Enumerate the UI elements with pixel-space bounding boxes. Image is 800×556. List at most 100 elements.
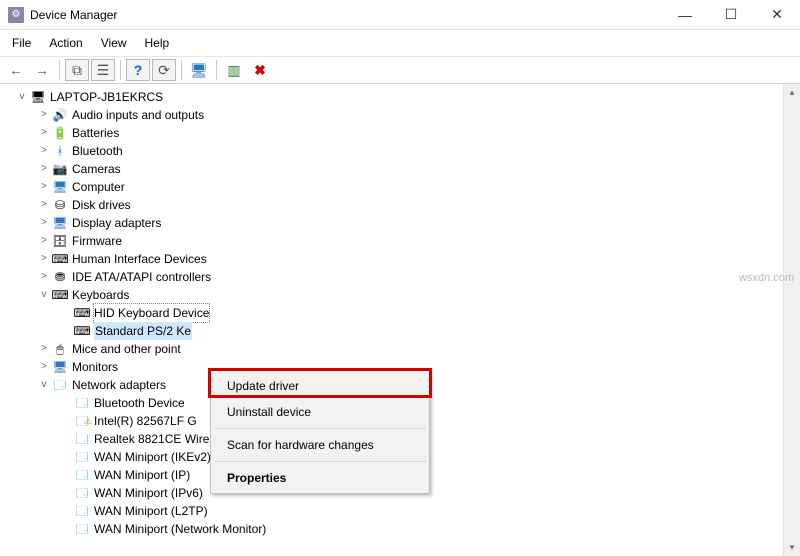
- expand-icon[interactable]: >: [38, 142, 50, 160]
- ide-icon: ⛃: [52, 269, 68, 285]
- device-ps2-keyboard[interactable]: ⌨ Standard PS/2 Ke: [4, 322, 800, 340]
- display-icon: 🖥: [52, 215, 68, 231]
- menu-help[interactable]: Help: [137, 34, 178, 52]
- expand-icon[interactable]: >: [38, 268, 50, 286]
- category-audio[interactable]: >🔊Audio inputs and outputs: [4, 106, 800, 124]
- title-bar: ⚙ Device Manager — ☐ ✕: [0, 0, 800, 30]
- show-hidden-button[interactable]: ⧉: [65, 59, 89, 81]
- tree-root[interactable]: v 🖥 LAPTOP-JB1EKRCS: [4, 88, 800, 106]
- collapse-icon[interactable]: v: [38, 376, 50, 394]
- category-label: Firmware: [72, 232, 122, 250]
- network-adapter-icon: 🗔: [74, 521, 90, 537]
- hid-icon: ⌨: [52, 251, 68, 267]
- context-separator: [214, 428, 426, 429]
- firmware-icon: 🗄: [52, 233, 68, 249]
- expand-icon[interactable]: >: [38, 250, 50, 268]
- context-separator: [214, 461, 426, 462]
- category-batteries[interactable]: >🔋Batteries: [4, 124, 800, 142]
- category-label: IDE ATA/ATAPI controllers: [72, 268, 211, 286]
- close-button[interactable]: ✕: [754, 0, 800, 29]
- device-label: WAN Miniport (IP): [94, 466, 190, 484]
- expand-icon[interactable]: >: [38, 124, 50, 142]
- device-label: Intel(R) 82567LF G: [94, 412, 197, 430]
- scroll-down-button[interactable]: ▾: [784, 539, 800, 556]
- expand-icon[interactable]: >: [38, 214, 50, 232]
- computer-icon: 🖥: [30, 89, 46, 105]
- category-label: Bluetooth: [72, 142, 123, 160]
- category-label: Batteries: [72, 124, 119, 142]
- window-title: Device Manager: [30, 8, 662, 22]
- scroll-up-button[interactable]: ▴: [784, 84, 800, 101]
- expand-icon[interactable]: >: [38, 340, 50, 358]
- vertical-scrollbar[interactable]: ▴ ▾: [783, 84, 800, 556]
- menu-bar: File Action View Help: [0, 30, 800, 56]
- batteries-icon: 🔋: [52, 125, 68, 141]
- scan-hardware-button[interactable]: 🖥: [187, 59, 211, 81]
- device-wan-netmon[interactable]: 🗔WAN Miniport (Network Monitor): [4, 520, 800, 538]
- refresh-button[interactable]: ⟳: [152, 59, 176, 81]
- category-label: Mice and other point: [72, 340, 181, 358]
- context-menu: Update driver Uninstall device Scan for …: [210, 370, 430, 494]
- bluetooth-icon: ᚼ: [52, 143, 68, 159]
- device-hid-keyboard[interactable]: ⌨ HID Keyboard Device: [4, 304, 800, 322]
- category-label: Disk drives: [72, 196, 131, 214]
- ctx-update-driver[interactable]: Update driver: [213, 373, 427, 399]
- device-label: WAN Miniport (Network Monitor): [94, 520, 266, 538]
- toolbar: ← → ⧉ ☰ ? ⟳ 🖥 ▥ ✖: [0, 56, 800, 84]
- category-keyboards[interactable]: v ⌨ Keyboards: [4, 286, 800, 304]
- computer-icon: 🖥: [52, 179, 68, 195]
- category-label: Computer: [72, 178, 125, 196]
- mouse-icon: 🖱: [52, 341, 68, 357]
- device-tree-container: v 🖥 LAPTOP-JB1EKRCS >🔊Audio inputs and o…: [0, 84, 800, 556]
- expand-icon[interactable]: >: [38, 106, 50, 124]
- ctx-properties[interactable]: Properties: [213, 465, 427, 491]
- network-adapter-icon: 🗔: [74, 503, 90, 519]
- device-wan-l2tp[interactable]: 🗔WAN Miniport (L2TP): [4, 502, 800, 520]
- category-computer[interactable]: >🖥Computer: [4, 178, 800, 196]
- ctx-scan-hardware[interactable]: Scan for hardware changes: [213, 432, 427, 458]
- category-disk[interactable]: >⛁Disk drives: [4, 196, 800, 214]
- update-driver-toolbar-button[interactable]: ▥: [222, 59, 246, 81]
- category-mice[interactable]: > 🖱 Mice and other point: [4, 340, 800, 358]
- menu-file[interactable]: File: [4, 34, 39, 52]
- help-toolbar-button[interactable]: ?: [126, 59, 150, 81]
- category-label: Monitors: [72, 358, 118, 376]
- menu-action[interactable]: Action: [41, 34, 90, 52]
- menu-view[interactable]: View: [93, 34, 135, 52]
- properties-toolbar-button[interactable]: ☰: [91, 59, 115, 81]
- network-adapter-icon: 🗔: [74, 467, 90, 483]
- nav-back-button[interactable]: ←: [4, 59, 28, 81]
- monitor-icon: 🖥: [52, 359, 68, 375]
- device-label: WAN Miniport (L2TP): [94, 502, 208, 520]
- root-label: LAPTOP-JB1EKRCS: [50, 88, 163, 106]
- category-bluetooth[interactable]: >ᚼBluetooth: [4, 142, 800, 160]
- uninstall-toolbar-button[interactable]: ✖: [248, 59, 272, 81]
- category-hid[interactable]: >⌨Human Interface Devices: [4, 250, 800, 268]
- toolbar-separator: [181, 60, 182, 80]
- ctx-uninstall-device[interactable]: Uninstall device: [213, 399, 427, 425]
- network-adapter-icon: 🗔: [74, 431, 90, 447]
- expand-icon[interactable]: >: [38, 196, 50, 214]
- keyboard-icon: ⌨: [74, 305, 90, 321]
- expand-icon[interactable]: >: [38, 160, 50, 178]
- category-label: Keyboards: [72, 286, 129, 304]
- network-adapter-icon: 🗔: [74, 449, 90, 465]
- device-label: WAN Miniport (IKEv2): [94, 448, 211, 466]
- category-display[interactable]: >🖥Display adapters: [4, 214, 800, 232]
- collapse-icon[interactable]: v: [16, 88, 28, 106]
- toolbar-separator: [120, 60, 121, 80]
- network-adapter-icon: 🗔: [74, 485, 90, 501]
- window-controls: — ☐ ✕: [662, 0, 800, 29]
- category-cameras[interactable]: >📷Cameras: [4, 160, 800, 178]
- expand-icon[interactable]: >: [38, 358, 50, 376]
- maximize-button[interactable]: ☐: [708, 0, 754, 29]
- expand-icon[interactable]: >: [38, 178, 50, 196]
- nav-forward-button[interactable]: →: [30, 59, 54, 81]
- app-icon: ⚙: [8, 7, 24, 23]
- category-firmware[interactable]: >🗄Firmware: [4, 232, 800, 250]
- category-ide[interactable]: >⛃IDE ATA/ATAPI controllers: [4, 268, 800, 286]
- minimize-button[interactable]: —: [662, 0, 708, 29]
- collapse-icon[interactable]: v: [38, 286, 50, 304]
- expand-icon[interactable]: >: [38, 232, 50, 250]
- category-label: Human Interface Devices: [72, 250, 207, 268]
